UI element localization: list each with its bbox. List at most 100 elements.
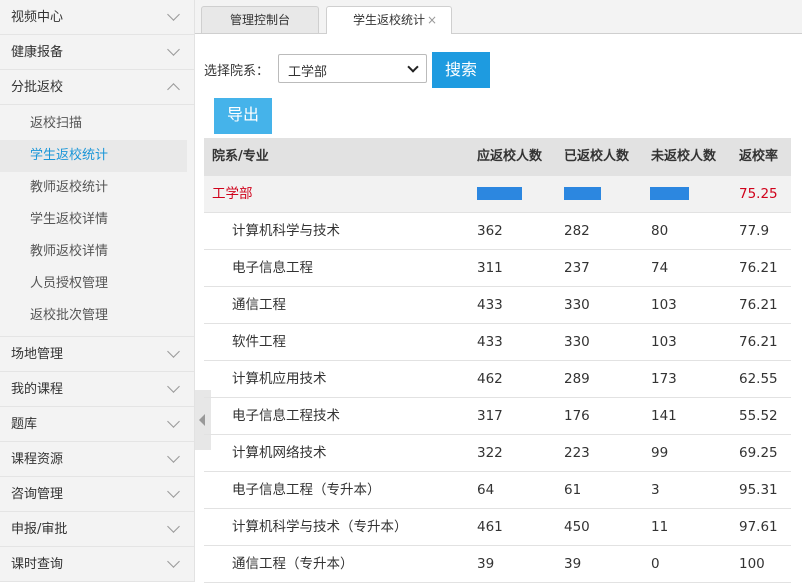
department-filter-label: 选择院系：: [204, 64, 270, 79]
sidebar-item-class-hours[interactable]: 课时查询: [0, 547, 194, 582]
not-returned-count: 3: [651, 482, 660, 498]
major-name: 通信工程（专升本）: [232, 556, 354, 572]
expected-count: 311: [477, 260, 503, 276]
expected-count: 462: [477, 371, 503, 387]
returned-count: 61: [564, 482, 582, 498]
sidebar-item-venue-management[interactable]: 场地管理: [0, 337, 194, 372]
expected-count: 322: [477, 445, 503, 461]
chevron-down-icon: [167, 345, 180, 358]
header-department: 院系/专业: [212, 149, 269, 164]
table-row[interactable]: 计算机网络技术 322 223 99 69.25: [204, 435, 791, 472]
redacted-bar: [564, 186, 601, 200]
redacted-bar: [650, 186, 689, 200]
major-name: 通信工程: [232, 297, 286, 313]
major-name: 计算机网络技术: [232, 445, 327, 461]
table-row[interactable]: 计算机应用技术 462 289 173 62.55: [204, 361, 791, 398]
redacted-bar: [477, 186, 522, 200]
major-name: 电子信息工程（专升本）: [232, 482, 381, 498]
sidebar-item-label: 健康报备: [11, 45, 64, 60]
sidebar: 视频中心 健康报备 分批返校 返校扫描 学生返校统计 教师返校统计 学生返校详情…: [0, 0, 195, 582]
expected-count: 64: [477, 482, 495, 498]
tab-label: 学生返校统计: [352, 13, 425, 27]
table-row[interactable]: 电子信息工程 311 237 74 76.21: [204, 250, 791, 287]
table-row[interactable]: 计算机科学与技术（专升本） 461 450 11 97.61: [204, 509, 791, 546]
table-row[interactable]: 软件工程 433 330 103 76.21: [204, 324, 791, 361]
not-returned-count: 80: [651, 223, 669, 239]
tab-student-return-stats[interactable]: 学生返校统计 ×: [326, 6, 452, 34]
sidebar-subitem-batch-management[interactable]: 返校批次管理: [0, 300, 187, 332]
sidebar-submenu: 返校扫描 学生返校统计 教师返校统计 学生返校详情 教师返校详情 人员授权管理 …: [0, 105, 194, 337]
major-name: 计算机科学与技术（专升本）: [232, 519, 408, 535]
chevron-down-icon: [167, 520, 180, 533]
major-name: 软件工程: [232, 334, 286, 350]
tab-console[interactable]: 管理控制台: [201, 6, 319, 33]
sidebar-item-consulting[interactable]: 咨询管理: [0, 477, 194, 512]
table-row[interactable]: 通信工程（专升本） 39 39 0 100: [204, 546, 791, 583]
returned-count: 330: [564, 334, 590, 350]
sidebar-subitem-return-scan[interactable]: 返校扫描: [0, 108, 187, 140]
sidebar-item-health-report[interactable]: 健康报备: [0, 35, 194, 70]
not-returned-count: 11: [651, 519, 669, 535]
chevron-down-icon: [407, 61, 419, 73]
department-name: 工学部: [212, 186, 253, 202]
not-returned-count: 74: [651, 260, 669, 276]
chevron-up-icon: [167, 83, 180, 96]
header-return-rate: 返校率: [739, 149, 779, 164]
sidebar-item-video-center[interactable]: 视频中心: [0, 0, 194, 35]
return-rate: 55.52: [739, 408, 778, 424]
major-name: 计算机科学与技术: [232, 223, 340, 239]
table-row[interactable]: 通信工程 433 330 103 76.21: [204, 287, 791, 324]
sidebar-item-label: 题库: [11, 417, 38, 432]
chevron-down-icon: [167, 380, 180, 393]
sidebar-item-my-courses[interactable]: 我的课程: [0, 372, 194, 407]
not-returned-count: 0: [651, 556, 660, 572]
return-rate: 76.21: [739, 260, 778, 276]
table-row[interactable]: 计算机科学与技术 362 282 80 77.9: [204, 213, 791, 250]
returned-count: 330: [564, 297, 590, 313]
search-button[interactable]: 搜索: [432, 52, 490, 88]
chevron-down-icon: [167, 555, 180, 568]
expected-count: 362: [477, 223, 503, 239]
header-expected: 应返校人数: [477, 149, 543, 164]
sidebar-item-question-bank[interactable]: 题库: [0, 407, 194, 442]
chevron-down-icon: [167, 415, 180, 428]
expected-count: 433: [477, 334, 503, 350]
sidebar-subitem-student-return-details[interactable]: 学生返校详情: [0, 204, 187, 236]
sidebar-item-label: 视频中心: [11, 10, 64, 25]
export-button[interactable]: 导出: [214, 98, 272, 134]
sidebar-item-label: 咨询管理: [11, 487, 64, 502]
return-rate: 69.25: [739, 445, 778, 461]
table-row-department[interactable]: 工学部 75.25: [204, 176, 791, 213]
header-not-returned: 未返校人数: [651, 149, 717, 164]
major-name: 电子信息工程技术: [232, 408, 340, 424]
sidebar-item-batch-return[interactable]: 分批返校: [0, 70, 194, 105]
not-returned-count: 103: [651, 297, 677, 313]
sidebar-item-label: 分批返校: [11, 80, 64, 95]
sidebar-subitem-teacher-return-details[interactable]: 教师返校详情: [0, 236, 187, 268]
sidebar-subitem-authorization[interactable]: 人员授权管理: [0, 268, 187, 300]
return-rate: 97.61: [739, 519, 778, 535]
tab-label: 管理控制台: [229, 13, 290, 27]
chevron-down-icon: [167, 43, 180, 56]
chevron-down-icon: [167, 485, 180, 498]
chevron-down-icon: [167, 8, 180, 21]
return-rate: 62.55: [739, 371, 778, 387]
not-returned-count: 141: [651, 408, 677, 424]
table-row[interactable]: 电子信息工程技术 317 176 141 55.52: [204, 398, 791, 435]
sidebar-item-label: 我的课程: [11, 382, 64, 397]
sidebar-subitem-student-return-stats[interactable]: 学生返校统计: [0, 140, 187, 172]
sidebar-subitem-teacher-return-stats[interactable]: 教师返校统计: [0, 172, 187, 204]
close-icon[interactable]: ×: [427, 7, 437, 33]
sidebar-item-label: 场地管理: [11, 347, 64, 362]
major-name: 计算机应用技术: [232, 371, 327, 387]
sidebar-item-course-resources[interactable]: 课程资源: [0, 442, 194, 477]
major-name: 电子信息工程: [232, 260, 313, 276]
sidebar-item-declaration[interactable]: 申报/审批: [0, 512, 194, 547]
header-returned: 已返校人数: [564, 149, 630, 164]
department-select[interactable]: 工学部: [278, 54, 427, 83]
sidebar-item-label: 申报/审批: [11, 522, 68, 537]
returned-count: 450: [564, 519, 590, 535]
department-select-value: 工学部: [288, 65, 328, 80]
table-row[interactable]: 电子信息工程（专升本） 64 61 3 95.31: [204, 472, 791, 509]
returned-count: 237: [564, 260, 590, 276]
